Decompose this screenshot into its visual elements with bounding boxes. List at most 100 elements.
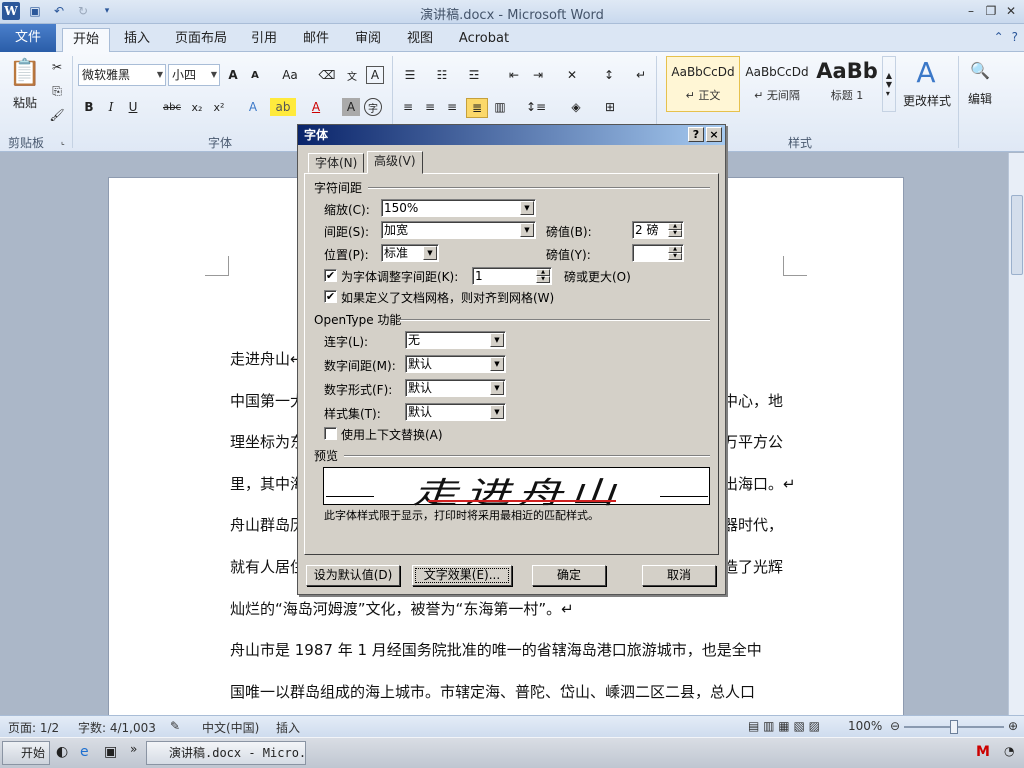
- font-size-combo[interactable]: 小四 ▼: [168, 64, 220, 86]
- edit-button[interactable]: 编辑: [962, 90, 998, 106]
- numbering-icon[interactable]: ☷: [430, 66, 454, 84]
- position-pt-input[interactable]: ▲ ▼: [632, 244, 684, 262]
- insert-mode[interactable]: 插入: [276, 719, 300, 736]
- numform-select[interactable]: 默认 ▼: [405, 379, 506, 397]
- tab-advanced[interactable]: 高级(V): [367, 151, 423, 174]
- zoom-slider-thumb[interactable]: [950, 720, 958, 734]
- dialog-close-button[interactable]: ×: [706, 127, 722, 142]
- increase-indent-icon[interactable]: ⇥: [528, 66, 548, 84]
- zoom-in-icon[interactable]: ⊕: [1008, 719, 1018, 733]
- scale-select[interactable]: 150% ▼: [381, 199, 536, 217]
- vertical-scrollbar[interactable]: [1008, 153, 1024, 715]
- styleset-select[interactable]: 默认 ▼: [405, 403, 506, 421]
- align-center-icon[interactable]: ≡: [420, 98, 440, 116]
- show-marks-icon[interactable]: ↵: [632, 66, 650, 84]
- style-no-spacing[interactable]: AaBbCcDd ↵ 无间隔: [740, 56, 814, 112]
- chinese-layout-icon[interactable]: ✕: [560, 66, 584, 84]
- contextual-checkbox[interactable]: [324, 427, 337, 440]
- style-normal[interactable]: AaBbCcDd ↵ 正文: [666, 56, 740, 112]
- char-border-icon[interactable]: A: [366, 66, 384, 84]
- change-styles-button[interactable]: 更改样式: [900, 92, 954, 108]
- align-left-icon[interactable]: ≡: [398, 98, 418, 116]
- restore-icon[interactable]: ❐: [982, 2, 1000, 20]
- taskbar-word-item[interactable]: 演讲稿.docx - Micro...: [146, 741, 306, 765]
- spacing-pt-input[interactable]: 2 磅 ▲ ▼: [632, 221, 684, 239]
- format-painter-icon[interactable]: 🖌: [48, 106, 66, 124]
- style-heading-1[interactable]: AaBb 标题 1: [814, 56, 880, 112]
- help-icon[interactable]: ?: [1012, 30, 1018, 44]
- styles-scroll[interactable]: ▲ ▼ ▾: [882, 56, 896, 112]
- proofing-icon[interactable]: ✎: [170, 719, 180, 733]
- align-right-icon[interactable]: ≡: [442, 98, 462, 116]
- tab-acrobat[interactable]: Acrobat: [452, 28, 516, 52]
- tab-font[interactable]: 字体(N): [308, 153, 365, 173]
- word-count[interactable]: 字数: 4/1,003: [78, 719, 156, 736]
- cancel-button[interactable]: 取消: [642, 565, 716, 586]
- collapse-ribbon-icon[interactable]: ⌃: [994, 30, 1004, 44]
- position-select[interactable]: 标准 ▼: [381, 244, 439, 262]
- change-styles-icon[interactable]: A: [906, 56, 946, 89]
- copy-icon[interactable]: ⎘: [48, 82, 66, 100]
- quicklaunch-icon-2[interactable]: ▣: [104, 744, 117, 760]
- grid-checkbox[interactable]: ✔: [324, 290, 337, 303]
- language-indicator[interactable]: 中文(中国): [202, 719, 259, 736]
- spinner[interactable]: ▲ ▼: [668, 246, 682, 260]
- bold-icon[interactable]: B: [80, 98, 98, 116]
- highlight-icon[interactable]: ab: [270, 98, 296, 116]
- kerning-checkbox[interactable]: ✔: [324, 269, 337, 282]
- ok-button[interactable]: 确定: [532, 565, 606, 586]
- sort-icon[interactable]: ↕: [598, 66, 620, 84]
- cut-icon[interactable]: ✂: [48, 58, 66, 76]
- numspacing-select[interactable]: 默认 ▼: [405, 355, 506, 373]
- ie-icon[interactable]: e: [80, 744, 89, 760]
- tab-file[interactable]: 文件: [0, 24, 56, 52]
- tray-icon-2[interactable]: ◔: [1004, 744, 1014, 758]
- font-color-icon[interactable]: A: [306, 98, 326, 116]
- font-name-combo[interactable]: 微软雅黑 ▼: [78, 64, 166, 86]
- text-effects-icon[interactable]: A: [240, 98, 266, 116]
- tab-home[interactable]: 开始: [62, 28, 110, 52]
- tab-insert[interactable]: 插入: [116, 28, 158, 52]
- spinner[interactable]: ▲ ▼: [536, 269, 550, 283]
- underline-icon[interactable]: U: [124, 98, 142, 116]
- text-effects-button[interactable]: 文字效果(E)...: [412, 565, 512, 586]
- multilevel-list-icon[interactable]: ☲: [462, 66, 486, 84]
- shading-icon[interactable]: ◈: [564, 98, 588, 116]
- char-shading-icon[interactable]: A: [342, 98, 360, 116]
- grow-font-icon[interactable]: A: [224, 66, 242, 84]
- tab-view[interactable]: 视图: [400, 28, 440, 52]
- line-spacing-icon[interactable]: ↕≡: [524, 98, 548, 116]
- tray-icon[interactable]: M: [976, 744, 990, 760]
- subscript-icon[interactable]: x₂: [188, 98, 206, 116]
- zoom-level[interactable]: 100%: [848, 719, 882, 733]
- phonetic-guide-icon[interactable]: 文: [342, 66, 362, 84]
- minimize-icon[interactable]: –: [962, 2, 980, 20]
- dialog-launcher-icon[interactable]: ⌞: [58, 136, 68, 146]
- scroll-thumb[interactable]: [1011, 195, 1023, 275]
- tab-page-layout[interactable]: 页面布局: [168, 28, 234, 52]
- kerning-input[interactable]: 1 ▲ ▼: [472, 267, 552, 285]
- shrink-font-icon[interactable]: A: [246, 66, 264, 84]
- tab-review[interactable]: 审阅: [348, 28, 388, 52]
- quicklaunch-icon[interactable]: ◐: [56, 744, 68, 760]
- enclose-char-icon[interactable]: 字: [364, 98, 382, 116]
- tab-references[interactable]: 引用: [244, 28, 284, 52]
- zoom-out-icon[interactable]: ⊖: [890, 719, 900, 733]
- distributed-icon[interactable]: ▥: [490, 98, 510, 116]
- set-default-button[interactable]: 设为默认值(D): [306, 565, 400, 586]
- strikethrough-icon[interactable]: abc: [160, 98, 184, 116]
- borders-icon[interactable]: ⊞: [598, 98, 622, 116]
- dialog-help-button[interactable]: ?: [688, 127, 704, 142]
- ligature-select[interactable]: 无 ▼: [405, 331, 506, 349]
- close-icon[interactable]: ✕: [1002, 2, 1020, 20]
- more-icon[interactable]: »: [130, 742, 137, 756]
- superscript-icon[interactable]: x²: [210, 98, 228, 116]
- start-button[interactable]: 开始: [2, 741, 50, 765]
- paste-button[interactable]: 粘贴: [8, 94, 42, 110]
- find-icon[interactable]: 🔍: [968, 58, 992, 82]
- view-buttons[interactable]: ▤ ▥ ▦ ▧ ▨: [748, 719, 820, 733]
- justify-icon[interactable]: ≣: [466, 98, 488, 118]
- spacing-select[interactable]: 加宽 ▼: [381, 221, 536, 239]
- change-case-icon[interactable]: Aa: [278, 66, 302, 84]
- clear-format-icon[interactable]: ⌫: [318, 66, 336, 84]
